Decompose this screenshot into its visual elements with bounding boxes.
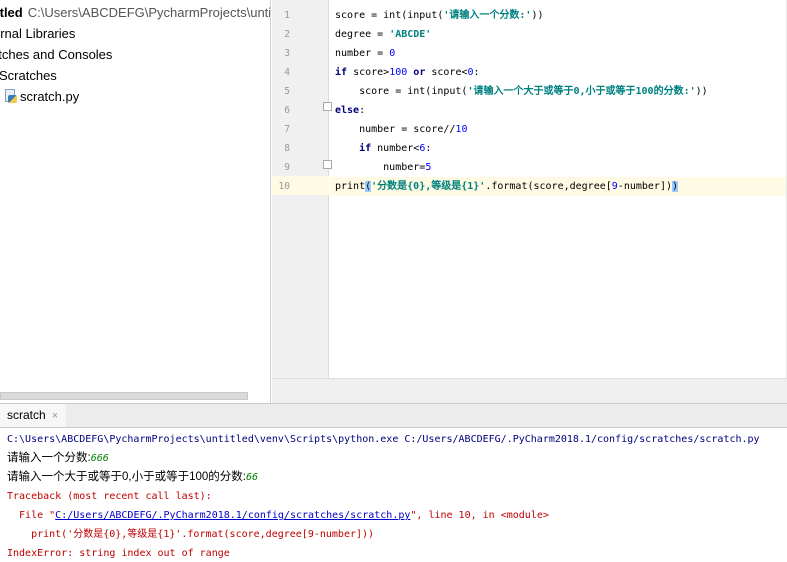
code-line[interactable]: score = int(input('请输入一个分数:')) [330, 6, 787, 25]
code-token: score = int(input( [335, 86, 468, 97]
code-line[interactable]: score = int(input('请输入一个大于或等于0,小于或等于100的… [330, 82, 787, 101]
code-token: print [335, 181, 366, 192]
line-number: 2 [284, 29, 290, 40]
console-user-input: 66 [245, 472, 259, 483]
traceback-file-link[interactable]: C:/Users/ABCDEFG/.PyCharm2018.1/config/s… [55, 510, 410, 521]
console-command-line: C:\Users\ABCDEFG\PycharmProjects\untitle… [7, 434, 760, 445]
code-line[interactable]: number=5 [330, 158, 787, 177]
run-tool-window-header: scratch × [0, 403, 787, 428]
line-number: 10 [278, 181, 290, 192]
run-console[interactable]: C:\Users\ABCDEFG\PycharmProjects\untitle… [0, 428, 787, 562]
code-token: )) [531, 10, 544, 21]
code-token: .format(score,degree[ [485, 181, 612, 192]
line-number: 4 [284, 67, 290, 78]
code-token-kw: if [359, 143, 372, 154]
code-token-str: '请输入一个分数:' [443, 10, 532, 21]
run-tab-scratch[interactable]: scratch × [0, 404, 67, 427]
editor-bottom-bar [272, 378, 787, 403]
line-number: 7 [284, 124, 290, 135]
project-horizontal-scrollbar[interactable] [0, 392, 248, 400]
tree-item-scratches[interactable]: Scratches [0, 65, 57, 86]
code-line[interactable]: else: [330, 101, 787, 120]
console-line-prompt1: 请输入一个分数:666 [7, 449, 109, 468]
console-error-message: IndexError: string index out of range [7, 548, 230, 559]
line-number: 6 [284, 105, 290, 116]
code-token-str: '请输入一个大于或等于0,小于或等于100的分数:' [467, 86, 696, 97]
code-line[interactable]: number = score//10 [330, 120, 787, 139]
code-token-num: 0 [389, 48, 396, 59]
line-number: 9 [284, 162, 290, 173]
code-token-num: 10 [455, 124, 468, 135]
code-token: score = int(input( [335, 10, 444, 21]
line-number: 3 [284, 48, 290, 59]
console-traceback-header: Traceback (most recent call last): [7, 491, 212, 502]
tree-item-project-root[interactable]: itled C:\Users\ABCDEFG\PycharmProjects\un… [0, 2, 271, 23]
traceback-file-suffix: ", line 10, in <module> [410, 510, 549, 521]
console-traceback-code: print('分数是{0},等级是{1}'.format(score,degre… [7, 529, 375, 540]
code-line[interactable]: print('分数是{0},等级是{1}'.format(score,degre… [330, 177, 787, 196]
code-area[interactable]: score = int(input('请输入一个分数:')) degree = '… [330, 0, 787, 378]
code-token: number< [371, 143, 420, 154]
code-token: degree = [335, 29, 390, 40]
console-traceback-file: File "C:/Users/ABCDEFG/.PyCharm2018.1/co… [7, 506, 549, 525]
code-token-num: 100 [389, 67, 408, 78]
code-token: : [359, 105, 366, 116]
project-root-name: itled [0, 5, 23, 20]
code-token: -number]) [617, 181, 672, 192]
code-token-brk: ) [671, 181, 679, 192]
tree-item-external-libraries[interactable]: ernal Libraries [0, 23, 75, 44]
code-token: score< [425, 67, 468, 78]
code-token: number = score// [335, 124, 456, 135]
code-token: number = [335, 48, 390, 59]
code-token: : [473, 67, 480, 78]
console-prompt: 请输入一个大于或等于0,小于或等于100的分数: [7, 471, 246, 483]
close-icon[interactable]: × [52, 410, 58, 422]
code-token-kw: else [335, 105, 360, 116]
line-number-gutter[interactable]: 1 2 3 4 5 6 7 8 9 10 [272, 0, 332, 378]
code-token-str: '分数是{0},等级是{1}' [371, 181, 486, 192]
code-line[interactable]: number = 0 [330, 44, 787, 63]
traceback-file-prefix: File " [7, 510, 56, 521]
console-prompt: 请输入一个分数: [7, 452, 91, 464]
tree-item-scratch-file[interactable]: scratch.py [4, 86, 79, 107]
python-file-icon [4, 89, 17, 103]
console-user-input: 666 [90, 453, 109, 464]
project-tool-window: itled C:\Users\ABCDEFG\PycharmProjects\un… [0, 0, 271, 403]
code-line[interactable]: if number<6: [330, 139, 787, 158]
code-line[interactable]: degree = 'ABCDE' [330, 25, 787, 44]
line-number: 5 [284, 86, 290, 97]
code-token-str: 'ABCDE' [389, 29, 432, 40]
code-token: )) [695, 86, 708, 97]
code-editor[interactable]: 1 2 3 4 5 6 7 8 9 10 score = int(input('请输入一个分数:'… [272, 0, 787, 403]
console-line-prompt2: 请输入一个大于或等于0,小于或等于100的分数:66 [7, 468, 258, 487]
code-token-kw: or [413, 67, 426, 78]
code-token-kw: if [335, 67, 348, 78]
code-token-num: 5 [425, 162, 432, 173]
line-number: 1 [284, 10, 290, 21]
project-root-path: C:\Users\ABCDEFG\PycharmProjects\untit [27, 5, 271, 20]
tree-item-scratches-and-consoles[interactable]: atches and Consoles [0, 44, 112, 65]
code-token: number= [335, 162, 426, 173]
scratch-file-label: scratch.py [20, 89, 80, 104]
code-token: : [425, 143, 432, 154]
line-number: 8 [284, 143, 290, 154]
run-tab-label: scratch [7, 408, 46, 422]
code-line[interactable]: if score>100 or score<0: [330, 63, 787, 82]
code-token: score> [347, 67, 390, 78]
